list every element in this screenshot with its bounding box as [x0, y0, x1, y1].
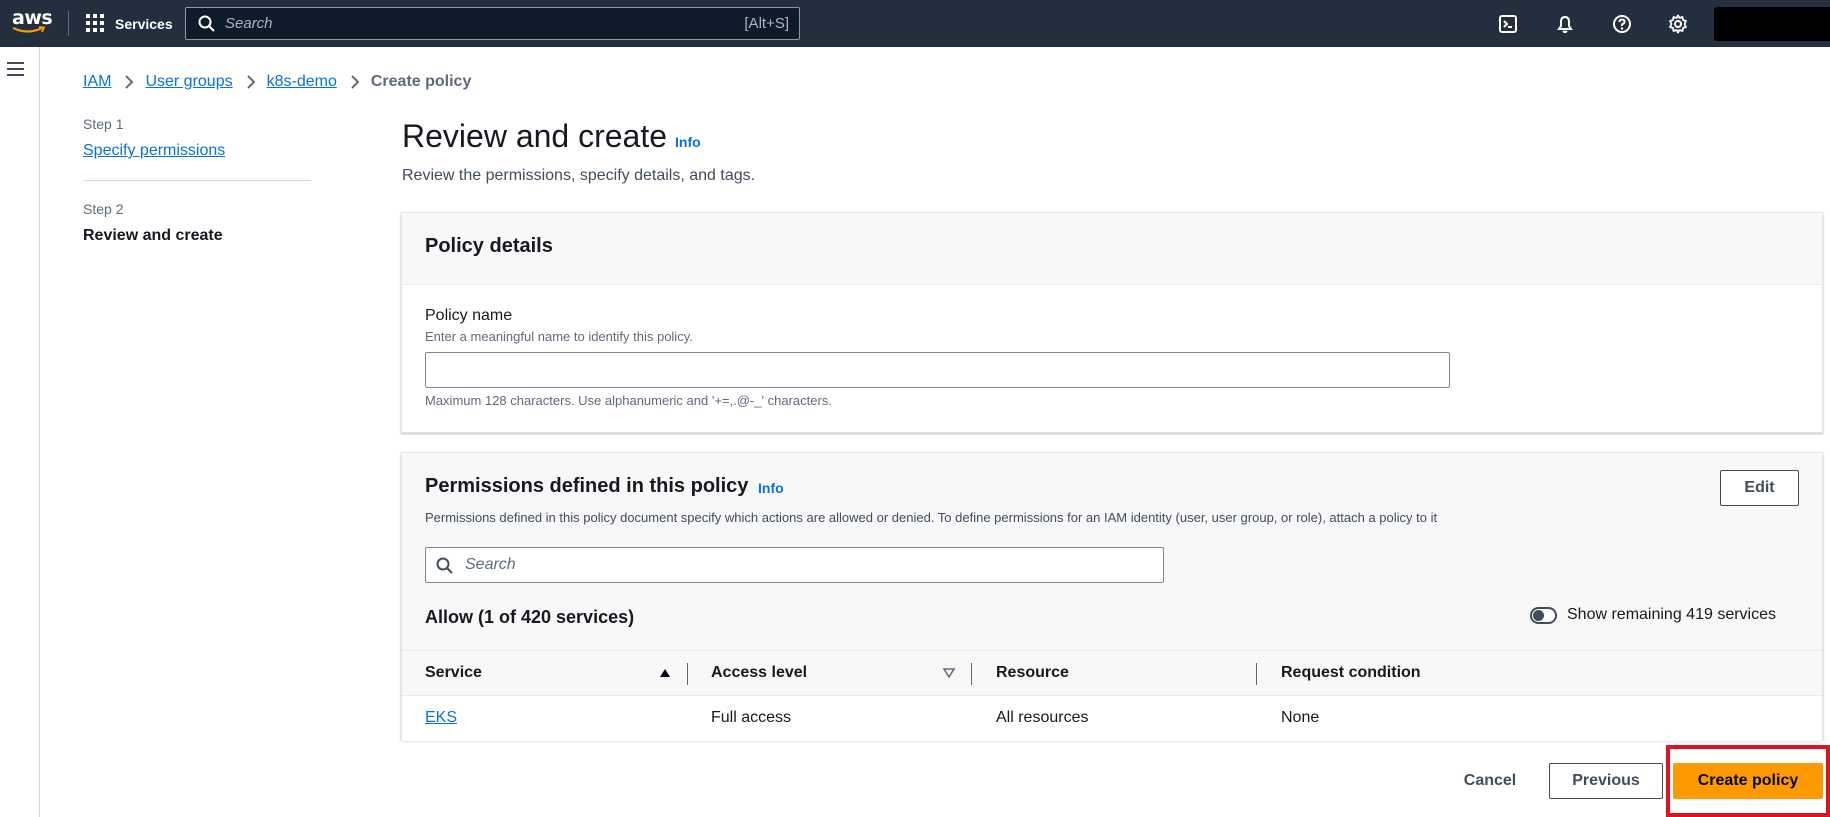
table-header: Service Access level Resource Request co… [402, 650, 1822, 696]
policy-details-header: Policy details [402, 213, 1822, 285]
aws-logo-text: aws [12, 7, 53, 29]
search-placeholder: Search [225, 15, 273, 32]
step-divider [83, 180, 311, 181]
breadcrumb: IAM User groups k8s-demo Create policy [83, 71, 471, 93]
column-divider [1256, 663, 1257, 685]
cloudshell-icon[interactable] [1496, 12, 1520, 36]
permissions-table: Service Access level Resource Request co… [402, 650, 1822, 741]
column-header-service[interactable]: Service [425, 664, 482, 682]
cancel-button[interactable]: Cancel [1449, 763, 1531, 799]
permissions-container: Permissions defined in this policy Info … [401, 452, 1823, 741]
policy-name-constraint: Maximum 128 characters. Use alphanumeric… [425, 393, 832, 408]
policy-name-description: Enter a meaningful name to identify this… [425, 329, 693, 344]
chevron-right-icon [124, 74, 134, 90]
column-divider [971, 663, 972, 685]
breadcrumb-current: Create policy [370, 73, 472, 90]
page-header: Review and create Info [402, 118, 701, 155]
account-menu[interactable] [1714, 7, 1830, 41]
policy-name-label: Policy name [425, 307, 513, 324]
breadcrumb-k8s-demo[interactable]: k8s-demo [267, 73, 337, 91]
service-link-eks[interactable]: EKS [425, 709, 457, 726]
aws-logo[interactable]: aws [12, 7, 53, 37]
top-navigation: aws Services Search [Alt+S] [0, 0, 1830, 47]
search-shortcut: [Alt+S] [744, 15, 789, 32]
permissions-info-link[interactable]: Info [758, 480, 784, 496]
global-search-input[interactable]: Search [Alt+S] [185, 7, 800, 40]
side-navigation-rail [0, 47, 40, 817]
step1-link[interactable]: Specify permissions [83, 142, 311, 160]
page-description: Review the permissions, specify details,… [402, 167, 756, 184]
aws-smile-icon [12, 26, 46, 33]
table-row: EKS Full access All resources None [402, 696, 1822, 741]
permissions-search-placeholder: Search [465, 556, 516, 573]
wizard-steps: Step 1 Specify permissions Step 2 Review… [83, 116, 311, 245]
nav-divider [68, 11, 69, 36]
sort-descending-icon[interactable] [943, 668, 955, 678]
cell-resource: All resources [996, 709, 1089, 726]
toggle-label: Show remaining 419 services [1567, 606, 1776, 623]
show-remaining-toggle[interactable]: Show remaining 419 services [1530, 606, 1776, 624]
breadcrumb-iam[interactable]: IAM [83, 73, 111, 91]
permissions-search-input[interactable]: Search [425, 547, 1164, 583]
cell-access-level: Full access [711, 709, 792, 726]
step2-current: Review and create [83, 227, 223, 244]
services-label: Services [115, 15, 173, 32]
chevron-right-icon [246, 74, 256, 90]
step1-label: Step 1 [83, 116, 124, 132]
header-info-link[interactable]: Info [675, 134, 701, 150]
services-menu-button[interactable]: Services [86, 12, 173, 35]
page-title: Review and create [402, 118, 668, 154]
highlight-annotation [1666, 745, 1830, 817]
cell-request-condition: None [1281, 709, 1320, 726]
column-divider [687, 663, 688, 685]
hamburger-menu-icon[interactable] [7, 62, 24, 76]
edit-button[interactable]: Edit [1720, 470, 1799, 506]
bell-icon[interactable] [1553, 12, 1577, 36]
sort-ascending-icon[interactable] [659, 668, 671, 678]
breadcrumb-user-groups[interactable]: User groups [145, 73, 232, 91]
policy-name-input[interactable] [425, 352, 1450, 388]
toggle-switch[interactable] [1530, 606, 1557, 624]
policy-details-title: Policy details [425, 235, 553, 257]
column-header-request-condition[interactable]: Request condition [1281, 664, 1421, 682]
step2-label: Step 2 [83, 201, 124, 217]
column-header-resource[interactable]: Resource [996, 664, 1069, 682]
permissions-title: Permissions defined in this policy [425, 475, 749, 497]
permissions-description: Permissions defined in this policy docum… [425, 510, 1438, 525]
gear-icon[interactable] [1666, 12, 1690, 36]
previous-button[interactable]: Previous [1549, 763, 1663, 799]
policy-details-container: Policy details Policy name Enter a meani… [401, 212, 1823, 433]
help-icon[interactable] [1610, 12, 1634, 36]
allow-title: Allow (1 of 420 services) [425, 607, 635, 627]
cell-service: EKS [425, 709, 457, 727]
grid-icon [86, 13, 106, 34]
chevron-right-icon [350, 74, 360, 90]
search-icon [436, 557, 453, 574]
search-icon [198, 15, 215, 32]
column-header-access-level[interactable]: Access level [711, 664, 807, 682]
